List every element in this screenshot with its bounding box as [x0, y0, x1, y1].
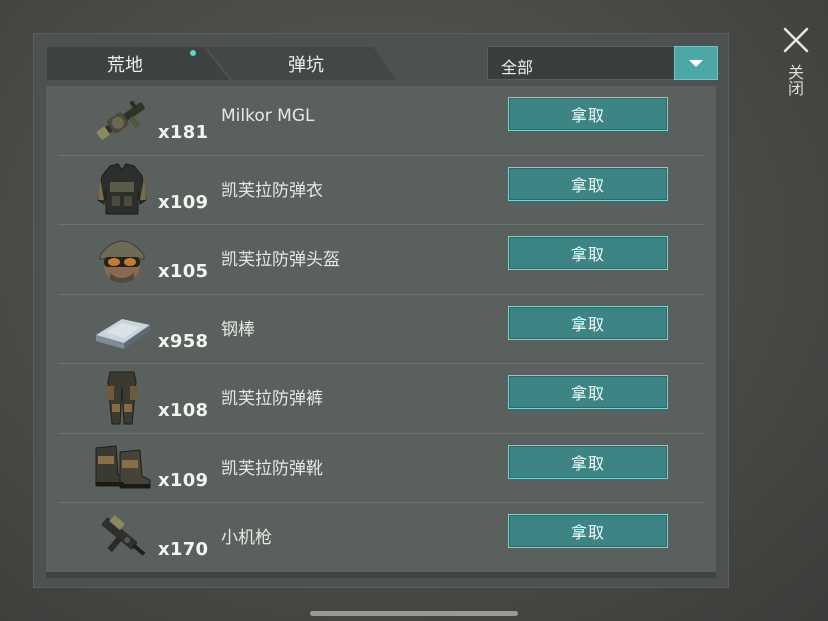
item-quantity: x105	[158, 261, 209, 282]
item-list[interactable]: x181 Milkor MGL 拿取 x109 凯芙拉防弹衣 拿取 x105 凯…	[46, 86, 716, 572]
tab-wasteland-label: 荒地	[107, 54, 143, 76]
item-quantity: x170	[158, 539, 209, 560]
tab-wasteland[interactable]: 荒地	[47, 47, 229, 80]
list-item: x109 凯芙拉防弹衣 拿取	[46, 156, 716, 225]
list-item: x109 凯芙拉防弹靴 拿取	[46, 434, 716, 503]
list-bottom-edge	[46, 572, 716, 578]
take-button[interactable]: 拿取	[508, 514, 668, 548]
item-name: 凯芙拉防弹头盔	[221, 250, 340, 270]
close-icon	[783, 27, 809, 53]
take-button[interactable]: 拿取	[508, 236, 668, 270]
kevlar-helmet-icon	[99, 240, 145, 283]
filter-selected-value: 全部	[501, 58, 534, 77]
take-button[interactable]: 拿取	[508, 97, 668, 131]
item-quantity: x109	[158, 469, 209, 491]
item-quantity: x109	[158, 191, 209, 213]
take-button[interactable]: 拿取	[508, 444, 668, 479]
list-item: x108 凯芙拉防弹裤 拿取	[46, 364, 716, 434]
item-name: 凯芙拉防弹裤	[221, 389, 323, 409]
item-quantity: x958	[158, 330, 209, 352]
loot-panel: 荒地 弹坑 全部 x181 Milkor MGL 拿取 x109 凯芙拉防弹衣 …	[33, 33, 729, 588]
list-item: x170 小机枪 拿取	[46, 503, 716, 572]
kevlar-vest-icon	[97, 162, 147, 214]
list-item: x105 凯芙拉防弹头盔 拿取	[46, 225, 716, 295]
chevron-down-icon	[689, 59, 703, 67]
close-label: 关闭	[785, 64, 804, 96]
item-name: Milkor MGL	[221, 106, 315, 126]
notification-dot	[190, 50, 196, 56]
take-button[interactable]: 拿取	[508, 305, 668, 340]
take-button[interactable]: 拿取	[508, 166, 668, 201]
category-filter-dropdown[interactable]: 全部	[487, 46, 718, 80]
item-name: 凯芙拉防弹靴	[221, 458, 323, 479]
close-button[interactable]: 关闭	[772, 22, 820, 112]
smg-icon	[101, 514, 146, 556]
home-indicator[interactable]	[310, 611, 518, 616]
kevlar-pants-icon	[106, 371, 138, 425]
item-name: 钢棒	[221, 319, 255, 340]
list-item: x181 Milkor MGL 拿取	[46, 86, 716, 156]
tab-crater-label: 弹坑	[288, 54, 324, 76]
kevlar-boots-icon	[95, 444, 151, 488]
item-name: 凯芙拉防弹衣	[221, 180, 323, 201]
take-button[interactable]: 拿取	[508, 375, 668, 409]
steel-bar-icon	[96, 318, 150, 349]
list-item: x958 钢棒 拿取	[46, 295, 716, 364]
grenade-launcher-icon	[96, 100, 145, 140]
tab-crater[interactable]: 弹坑	[206, 47, 396, 80]
item-name: 小机枪	[221, 528, 272, 548]
item-quantity: x108	[158, 400, 209, 421]
dropdown-button[interactable]	[674, 46, 718, 80]
item-quantity: x181	[158, 122, 209, 143]
